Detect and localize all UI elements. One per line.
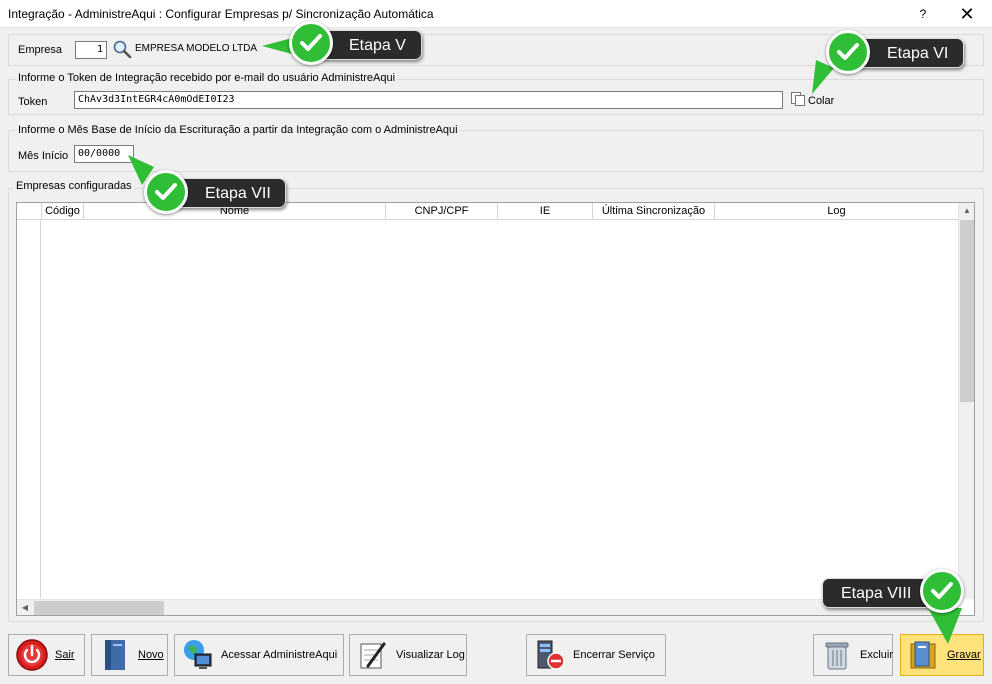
- callout-v-pointer: [262, 38, 292, 54]
- notepad-pen-icon: [360, 642, 386, 669]
- empresas-group-title: Empresas configuradas: [14, 180, 134, 192]
- mes-inicio-label: Mês Início: [18, 150, 69, 162]
- acessar-label: Acessar AdministreAqui: [221, 649, 338, 661]
- encerrar-servico-label: Encerrar Serviço: [573, 649, 655, 661]
- scroll-left-icon[interactable]: ◀: [17, 600, 33, 616]
- vertical-scroll-thumb[interactable]: [960, 220, 974, 402]
- acessar-button[interactable]: Acessar AdministreAqui: [174, 634, 344, 676]
- checkmark-icon-viii: [920, 569, 964, 613]
- grid-header-indicator: [17, 203, 42, 220]
- token-group-title: Informe o Token de Integração recebido p…: [16, 72, 398, 84]
- row-indicator-column: [17, 220, 41, 598]
- server-stop-icon: [537, 640, 565, 670]
- checkmark-icon-vii: [144, 170, 188, 214]
- empresas-grid[interactable]: Código Nome CNPJ/CPF IE Última Sincroniz…: [16, 202, 975, 616]
- visualizar-log-button[interactable]: Visualizar Log: [349, 634, 467, 676]
- help-button[interactable]: ?: [910, 3, 936, 25]
- search-icon[interactable]: [112, 39, 132, 59]
- checkmark-icon-vi: [826, 30, 870, 74]
- mes-inicio-field[interactable]: 00/0000: [74, 145, 134, 163]
- horizontal-scroll-thumb[interactable]: [34, 601, 164, 615]
- checkmark-icon-v: [289, 21, 333, 65]
- excluir-label: Excluir: [860, 649, 894, 661]
- paste-button-label[interactable]: Colar: [808, 95, 834, 107]
- col-log[interactable]: Log: [715, 203, 958, 220]
- excluir-button[interactable]: Excluir: [813, 634, 893, 676]
- callout-etapa-v: Etapa V: [318, 30, 422, 60]
- callout-viii-pointer: [928, 608, 962, 644]
- novo-label: Novo: [138, 649, 164, 661]
- mes-group: [8, 130, 984, 172]
- sair-button[interactable]: Sair: [8, 634, 85, 676]
- encerrar-servico-button[interactable]: Encerrar Serviço: [526, 634, 666, 676]
- visualizar-log-label: Visualizar Log: [396, 649, 465, 661]
- mes-group-title: Informe o Mês Base de Início da Escritur…: [16, 124, 460, 136]
- title-bar: Integração - AdministreAqui : Configurar…: [0, 0, 992, 28]
- col-ie[interactable]: IE: [498, 203, 593, 220]
- vertical-scrollbar[interactable]: ▲: [958, 203, 974, 599]
- close-button[interactable]: ✕: [952, 3, 982, 25]
- globe-computer-icon: [184, 640, 212, 669]
- novo-button[interactable]: Novo: [91, 634, 168, 676]
- sair-label: Sair: [55, 649, 75, 661]
- col-ultima-sincronizacao[interactable]: Última Sincronização: [593, 203, 715, 220]
- gravar-label: Gravar: [947, 649, 981, 661]
- trash-icon: [825, 642, 849, 670]
- empresa-code-field[interactable]: 1: [75, 41, 107, 59]
- scroll-up-icon[interactable]: ▲: [959, 203, 975, 219]
- token-field[interactable]: ChAv3d3IntEGR4cA0mOdEI0I23: [74, 91, 783, 109]
- col-cnpj[interactable]: CNPJ/CPF: [386, 203, 498, 220]
- empresa-label: Empresa: [18, 44, 63, 56]
- paste-icon[interactable]: [790, 91, 806, 107]
- empresa-name: EMPRESA MODELO LTDA: [135, 43, 258, 54]
- col-codigo[interactable]: Código: [42, 203, 84, 220]
- power-icon: [16, 639, 48, 671]
- horizontal-scrollbar[interactable]: ◀: [17, 599, 958, 615]
- token-label: Token: [18, 96, 48, 108]
- window-title: Integração - AdministreAqui : Configurar…: [8, 7, 434, 21]
- new-document-icon: [105, 640, 125, 670]
